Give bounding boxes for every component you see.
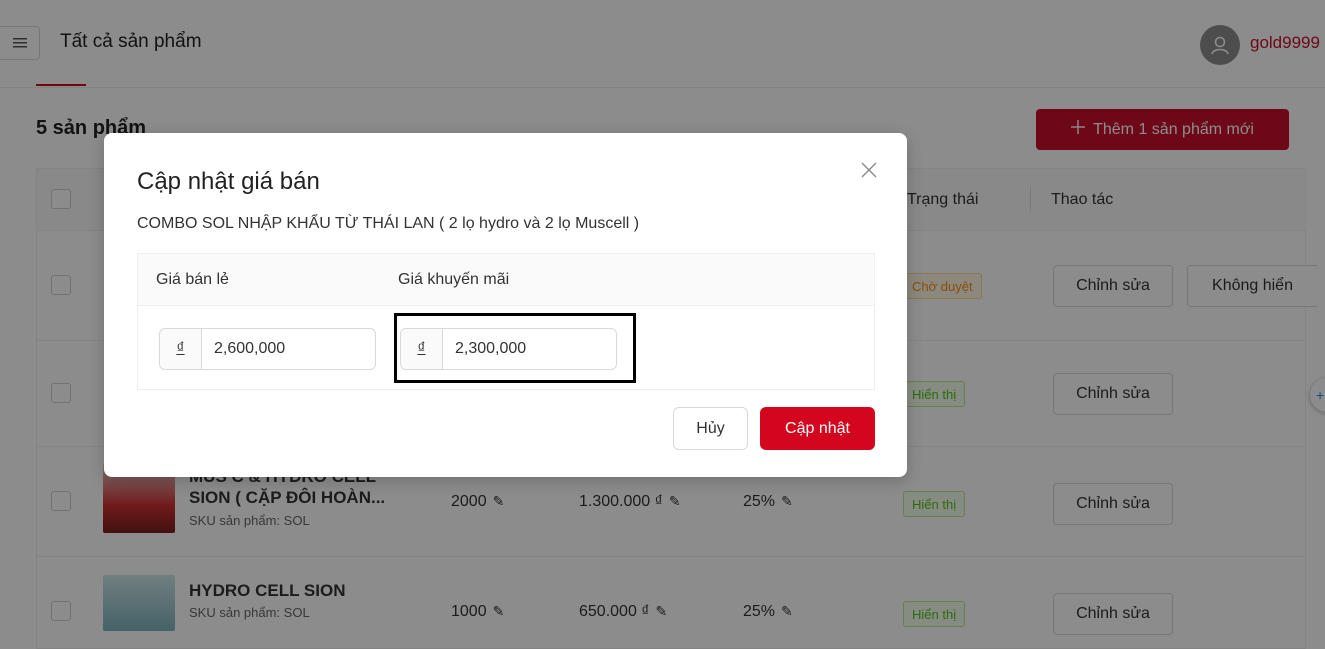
retail-price-input[interactable]: ₫ 2,600,000 (159, 328, 376, 370)
modal-title: Cập nhật giá bán (137, 168, 320, 195)
price-table-header: Giá bán lẻ Giá khuyến mãi (138, 254, 874, 306)
currency-prefix: ₫ (160, 329, 202, 369)
promo-price-header: Giá khuyến mãi (398, 271, 510, 288)
product-name: COMBO SOL NHẬP KHẨU TỪ THÁI LAN ( 2 lọ h… (137, 215, 640, 232)
close-icon[interactable] (856, 157, 882, 183)
highlight-annotation-box (394, 313, 636, 383)
retail-price-header: Giá bán lẻ (156, 271, 229, 288)
update-price-modal: Cập nhật giá bán COMBO SOL NHẬP KHẨU TỪ … (104, 133, 907, 477)
retail-price-value[interactable]: 2,600,000 (202, 329, 375, 369)
update-button[interactable]: Cập nhật (760, 407, 875, 450)
cancel-button[interactable]: Hủy (673, 407, 748, 450)
